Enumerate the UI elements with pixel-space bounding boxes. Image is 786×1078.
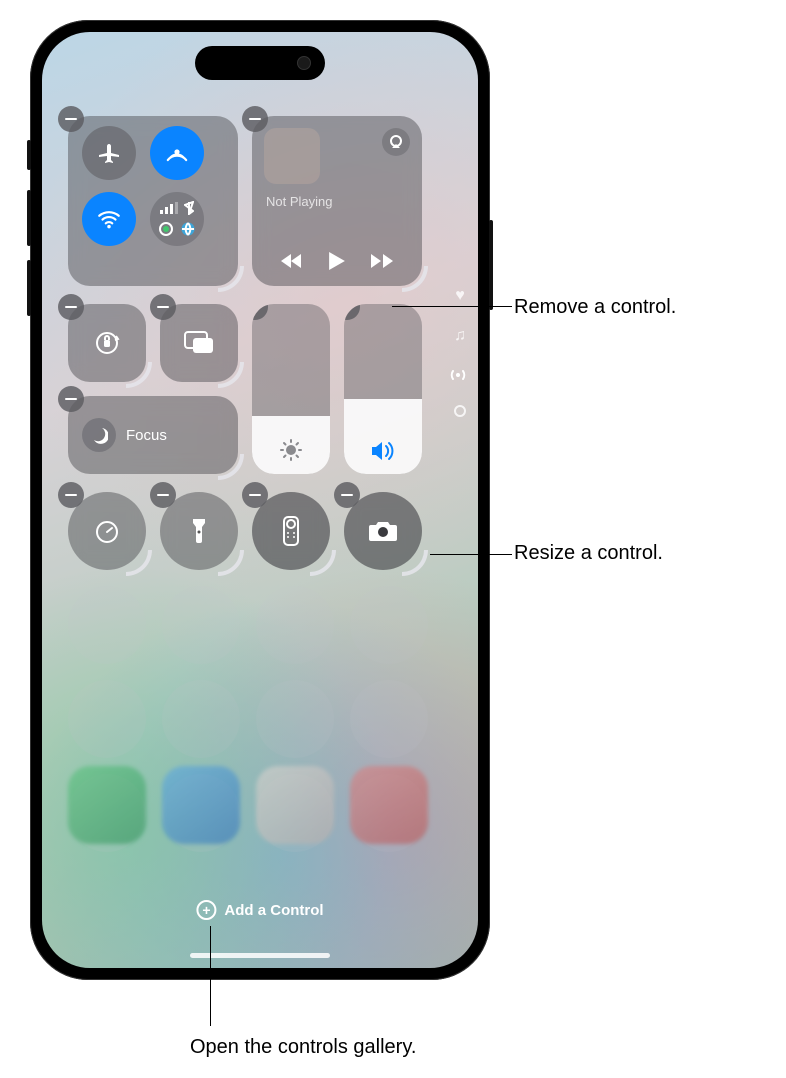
remove-icon[interactable]: [58, 386, 84, 412]
callout-gallery: Open the controls gallery.: [190, 1036, 416, 1059]
remove-icon[interactable]: [344, 304, 360, 320]
resize-handle[interactable]: [218, 266, 244, 292]
resize-handle[interactable]: [218, 454, 244, 480]
play-icon[interactable]: [329, 252, 345, 270]
resize-handle[interactable]: [402, 550, 428, 576]
screen-mirroring-toggle[interactable]: [160, 304, 238, 382]
remove-icon[interactable]: [242, 482, 268, 508]
dock-app: [68, 766, 146, 844]
empty-slot[interactable]: [256, 586, 334, 664]
airplane-mode-toggle[interactable]: [82, 126, 136, 180]
remove-icon[interactable]: [150, 482, 176, 508]
airplane-icon: [97, 141, 121, 165]
empty-slot[interactable]: [162, 586, 240, 664]
empty-slot[interactable]: [68, 586, 146, 664]
flashlight-button[interactable]: [160, 492, 238, 570]
remove-icon[interactable]: [58, 294, 84, 320]
cellular-icon: [160, 201, 194, 215]
connectivity-page-icon[interactable]: [450, 367, 470, 383]
flashlight-icon: [191, 517, 207, 545]
favorites-page-icon[interactable]: ♥: [450, 287, 470, 305]
satellite-icon: [180, 221, 196, 237]
brightness-slider[interactable]: [252, 304, 330, 474]
moon-icon: [82, 418, 116, 452]
wifi-icon: [96, 206, 122, 232]
resize-handle[interactable]: [126, 362, 152, 388]
airplay-button[interactable]: [382, 128, 410, 156]
resize-handle[interactable]: [310, 454, 330, 474]
camera-button[interactable]: [344, 492, 422, 570]
remove-icon[interactable]: [58, 106, 84, 132]
remove-icon[interactable]: [58, 482, 84, 508]
airplay-icon: [388, 134, 404, 150]
empty-slot-row: [68, 586, 428, 664]
add-control-label: Add a Control: [224, 902, 323, 919]
airdrop-toggle[interactable]: [150, 126, 204, 180]
callout-leader: [392, 306, 512, 307]
callout-leader: [430, 554, 512, 555]
resize-handle[interactable]: [402, 266, 428, 292]
remove-icon[interactable]: [334, 482, 360, 508]
volume-up-button: [27, 190, 31, 246]
callout-leader: [210, 926, 211, 1026]
resize-handle[interactable]: [126, 550, 152, 576]
resize-handle[interactable]: [218, 550, 244, 576]
camera-icon: [368, 519, 398, 543]
dock-app: [350, 766, 428, 844]
bluetooth-icon: [184, 201, 194, 215]
remove-icon[interactable]: [252, 304, 268, 320]
apple-tv-remote-button[interactable]: [252, 492, 330, 570]
next-track-icon[interactable]: [371, 253, 393, 269]
callout-remove: Remove a control.: [514, 296, 676, 319]
empty-slot[interactable]: [256, 680, 334, 758]
brightness-icon: [279, 438, 303, 462]
empty-slot[interactable]: [162, 680, 240, 758]
action-button: [27, 140, 31, 170]
empty-slot[interactable]: [350, 680, 428, 758]
dock-blurred: [68, 766, 428, 844]
orientation-lock-toggle[interactable]: [68, 304, 146, 382]
apple-tv-remote-icon: [283, 516, 299, 546]
volume-slider[interactable]: [344, 304, 422, 474]
music-page-icon[interactable]: ♫: [450, 327, 470, 345]
add-page-icon[interactable]: [454, 405, 466, 417]
now-playing-status: Not Playing: [266, 194, 332, 209]
now-playing-module[interactable]: Not Playing: [252, 116, 422, 286]
cellular-status-group[interactable]: [150, 192, 204, 246]
add-control-button[interactable]: + Add a Control: [196, 900, 323, 920]
wifi-toggle[interactable]: [82, 192, 136, 246]
empty-slot[interactable]: [350, 586, 428, 664]
transport-controls: [252, 252, 422, 270]
timer-button[interactable]: [68, 492, 146, 570]
screen: Not Playing: [42, 32, 478, 968]
orientation-lock-icon: [92, 328, 122, 358]
iphone-device-frame: Not Playing: [30, 20, 490, 980]
previous-track-icon[interactable]: [281, 253, 303, 269]
focus-label: Focus: [126, 427, 167, 444]
plus-icon: +: [196, 900, 216, 920]
dock-app: [256, 766, 334, 844]
empty-slot-row: [68, 680, 428, 758]
remove-icon[interactable]: [150, 294, 176, 320]
side-button: [489, 220, 493, 310]
dynamic-island: [195, 46, 325, 80]
resize-handle[interactable]: [310, 550, 336, 576]
resize-handle[interactable]: [402, 454, 422, 474]
timer-icon: [93, 517, 121, 545]
hotspot-icon: [158, 221, 174, 237]
connectivity-module[interactable]: [68, 116, 238, 286]
volume-down-button: [27, 260, 31, 316]
screen-mirroring-icon: [183, 330, 215, 356]
focus-module[interactable]: Focus: [68, 396, 238, 474]
album-art-placeholder: [264, 128, 320, 184]
control-center-edit-grid: Not Playing: [68, 116, 452, 898]
callout-resize: Resize a control.: [514, 542, 663, 565]
dock-app: [162, 766, 240, 844]
remove-icon[interactable]: [242, 106, 268, 132]
home-indicator[interactable]: [190, 953, 330, 958]
airdrop-icon: [164, 140, 190, 166]
volume-icon: [370, 440, 396, 462]
resize-handle[interactable]: [218, 362, 244, 388]
empty-slot[interactable]: [68, 680, 146, 758]
